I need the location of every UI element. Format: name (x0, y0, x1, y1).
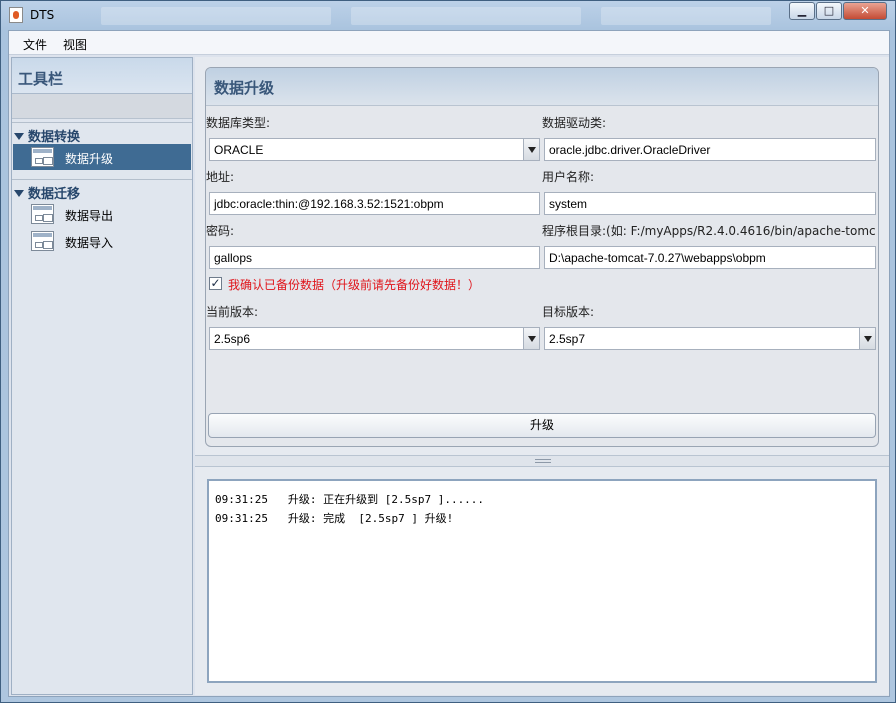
address-input[interactable]: jdbc:oracle:thin:@192.168.3.52:1521:obpm (209, 192, 540, 215)
close-button[interactable]: ✕ (843, 2, 887, 20)
chevron-down-icon[interactable] (523, 139, 539, 160)
menu-file[interactable]: 文件 (23, 36, 47, 53)
title-bar[interactable]: DTS ▁ □ ✕ (1, 1, 895, 29)
background-window-blur (601, 7, 771, 25)
sidebar-item-label: 数据导入 (65, 236, 114, 250)
upgrade-button[interactable]: 升级 (208, 413, 876, 438)
maximize-button[interactable]: □ (816, 2, 842, 20)
db-type-value: ORACLE (214, 143, 264, 157)
address-label: 地址: (206, 170, 235, 184)
grip-icon[interactable] (535, 459, 551, 463)
target-version-select[interactable]: 2.5sp7 (544, 327, 876, 350)
form-title: 数据升级 (206, 68, 878, 106)
root-dir-label: 程序根目录:(如: F:/myApps/R2.4.0.4616/bin/apac… (542, 224, 876, 238)
window-icon (31, 147, 54, 167)
backup-checkbox[interactable]: ✓ (209, 277, 222, 290)
java-app-icon (9, 7, 23, 23)
split-pane-divider[interactable] (195, 455, 889, 467)
db-type-label: 数据库类型: (206, 116, 271, 130)
minimize-button[interactable]: ▁ (789, 2, 815, 20)
current-version-value: 2.5sp6 (214, 332, 251, 346)
root-dir-input[interactable]: D:\apache-tomcat-7.0.27\webapps\obpm (544, 246, 876, 269)
password-label: 密码: (206, 224, 235, 238)
log-line: 09:31:25 升级: 完成 [2.5sp7 ] 升级! (215, 512, 454, 525)
main-area: 数据升级 数据库类型: 数据驱动类: ORACLE oracle.jdbc.dr… (195, 57, 889, 695)
menu-view[interactable]: 视图 (63, 36, 87, 53)
divider (12, 179, 192, 180)
driver-label: 数据驱动类: (542, 116, 607, 130)
target-version-value: 2.5sp7 (549, 332, 586, 346)
password-input[interactable]: gallops (209, 246, 540, 269)
expand-triangle-icon[interactable] (14, 190, 24, 197)
sidebar-item-label: 数据导出 (65, 209, 114, 223)
username-input[interactable]: system (544, 192, 876, 215)
toolbar-sidebar: 工具栏 数据转换 数据升级 数据迁移 数据导出 数据导入 (11, 57, 193, 695)
upgrade-form-panel: 数据升级 数据库类型: 数据驱动类: ORACLE oracle.jdbc.dr… (205, 67, 879, 447)
menu-bar: 文件 视图 (9, 31, 889, 55)
sidebar-item-data-export[interactable]: 数据导出 (13, 201, 191, 227)
current-version-select[interactable]: 2.5sp6 (209, 327, 540, 350)
current-version-label: 当前版本: (206, 305, 259, 319)
expand-triangle-icon[interactable] (14, 133, 24, 140)
group-label: 数据迁移 (28, 187, 81, 202)
sidebar-item-data-import[interactable]: 数据导入 (13, 228, 191, 254)
group-data-conversion[interactable]: 数据转换 (14, 126, 81, 145)
group-data-migration[interactable]: 数据迁移 (14, 183, 81, 202)
chevron-down-icon[interactable] (859, 328, 875, 349)
sidebar-item-label: 数据升级 (65, 152, 114, 166)
backup-confirm-label[interactable]: 我确认已备份数据（升级前请先备份好数据！） (228, 276, 480, 293)
window-title: DTS (30, 8, 55, 22)
log-output[interactable]: 09:31:25 升级: 正在升级到 [2.5sp7 ]...... 09:31… (207, 479, 877, 683)
background-window-blur (101, 7, 331, 25)
target-version-label: 目标版本: (542, 305, 595, 319)
window-icon (31, 204, 54, 224)
chevron-down-icon[interactable] (523, 328, 539, 349)
window-icon (31, 231, 54, 251)
background-window-blur (351, 7, 581, 25)
group-label: 数据转换 (28, 130, 81, 145)
sidebar-item-data-upgrade[interactable]: 数据升级 (13, 144, 191, 170)
nav-tree: 数据转换 数据升级 数据迁移 数据导出 数据导入 (12, 122, 192, 694)
log-line: 09:31:25 升级: 正在升级到 [2.5sp7 ]...... (215, 493, 485, 506)
sidebar-title: 工具栏 (12, 58, 192, 94)
sidebar-spacer (12, 94, 192, 119)
driver-input[interactable]: oracle.jdbc.driver.OracleDriver (544, 138, 876, 161)
username-label: 用户名称: (542, 170, 595, 184)
app-window: DTS ▁ □ ✕ 文件 视图 工具栏 数据转换 数据升级 数据迁移 数据导出 … (0, 0, 896, 703)
client-area: 文件 视图 工具栏 数据转换 数据升级 数据迁移 数据导出 数据导入 数据升级 … (8, 30, 890, 697)
db-type-select[interactable]: ORACLE (209, 138, 540, 161)
